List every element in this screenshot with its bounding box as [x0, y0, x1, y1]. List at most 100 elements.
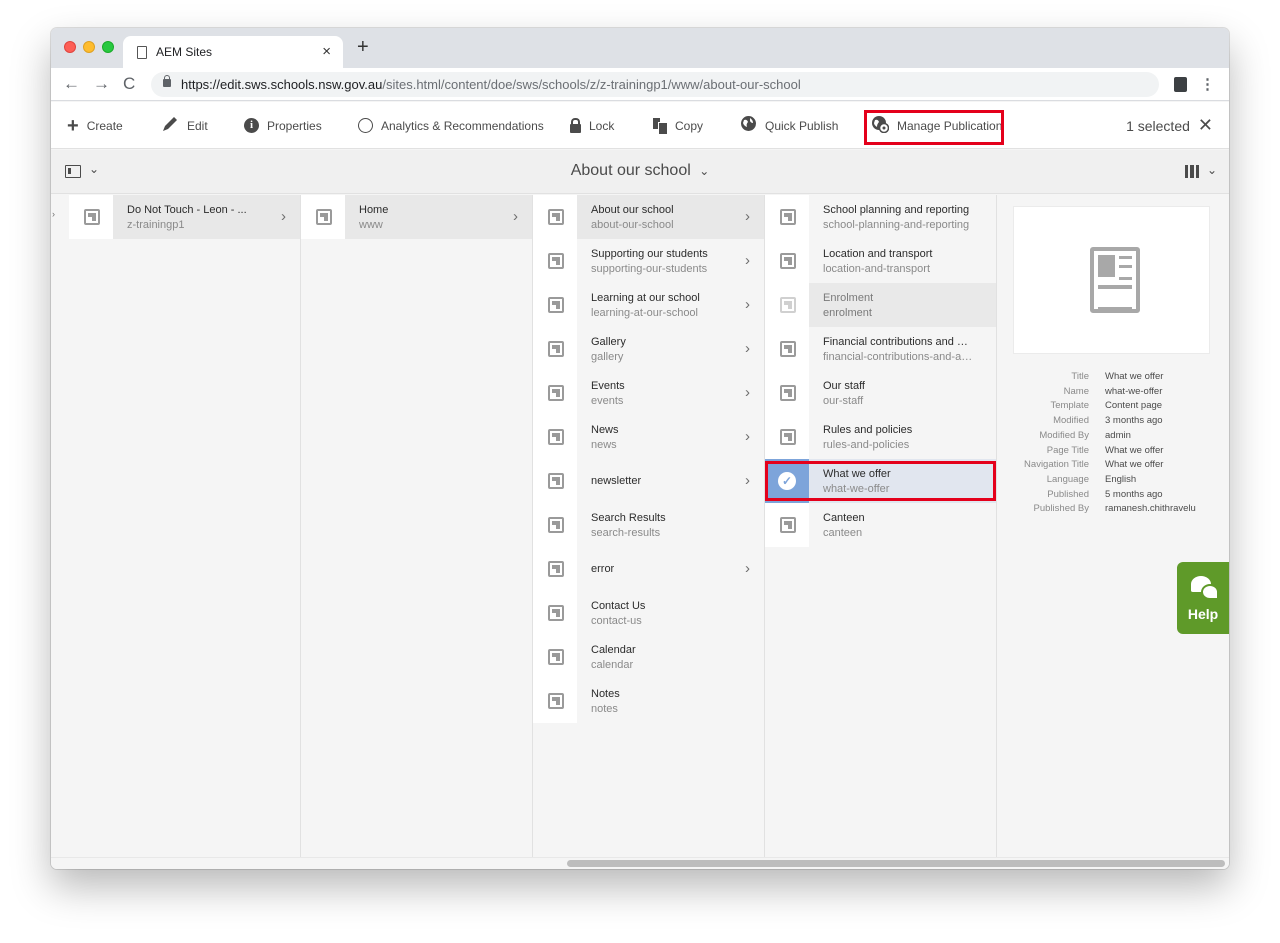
column-item[interactable]: error ›	[533, 547, 764, 591]
close-window-button[interactable]	[64, 41, 76, 53]
chevron-right-icon[interactable]: ›	[745, 340, 750, 357]
page-thumbnail[interactable]	[533, 547, 577, 591]
column-item[interactable]: News news ›	[533, 415, 764, 459]
page-thumbnail[interactable]	[533, 195, 577, 239]
column-item[interactable]: Notes notes	[533, 679, 764, 723]
chevron-right-icon[interactable]: ›	[745, 472, 750, 489]
analytics-button[interactable]: Analytics & Recommendations	[358, 102, 544, 149]
page-thumbnail[interactable]	[765, 195, 809, 239]
page-thumbnail[interactable]	[533, 635, 577, 679]
column-item[interactable]: Canteen canteen	[765, 503, 996, 547]
column-item[interactable]: Contact Us contact-us	[533, 591, 764, 635]
item-name: gallery	[591, 351, 624, 363]
horizontal-scrollbar[interactable]	[51, 857, 1229, 869]
column-item[interactable]: Learning at our school learning-at-our-sc…	[533, 283, 764, 327]
close-selection-icon[interactable]: ✕	[1198, 115, 1213, 136]
metadata-row: Name what-we-offer	[1013, 385, 1223, 400]
item-title: Notes	[591, 688, 620, 700]
chevron-right-icon[interactable]: ›	[513, 208, 518, 225]
page-thumbnail[interactable]	[533, 239, 577, 283]
scrollbar-thumb[interactable]	[567, 860, 1225, 867]
column-item[interactable]: Enrolment enrolment	[765, 283, 996, 327]
page-thumbnail[interactable]	[765, 503, 809, 547]
item-title: Calendar	[591, 644, 636, 656]
column-view-icon[interactable]	[1185, 165, 1199, 178]
chevron-right-icon[interactable]: ›	[745, 296, 750, 313]
page-thumbnail-icon	[1090, 247, 1140, 313]
chevron-right-icon[interactable]: ›	[745, 560, 750, 577]
column-item[interactable]: Search Results search-results	[533, 503, 764, 547]
lock-label: Lock	[589, 118, 615, 133]
forward-arrow-icon[interactable]: →	[93, 74, 110, 94]
page-thumbnail[interactable]	[533, 415, 577, 459]
page-thumbnail[interactable]	[533, 283, 577, 327]
chevron-right-icon[interactable]: ›	[745, 428, 750, 445]
column-item[interactable]: Financial contributions and as... financi…	[765, 327, 996, 371]
column-edge: ›	[51, 195, 69, 857]
column-item[interactable]: Gallery gallery ›	[533, 327, 764, 371]
chevron-right-icon[interactable]: ›	[745, 384, 750, 401]
edit-label: Edit	[187, 118, 208, 133]
page-thumbnail[interactable]	[533, 459, 577, 503]
quick-publish-button[interactable]: Quick Publish	[740, 102, 838, 149]
item-title: Home	[359, 204, 389, 216]
help-button[interactable]: Help	[1177, 562, 1229, 634]
page-thumbnail[interactable]	[765, 415, 809, 459]
edit-button[interactable]: Edit	[161, 102, 208, 149]
page-thumbnail[interactable]	[301, 195, 345, 239]
column-item[interactable]: Do Not Touch - Leon - ... z-trainingp1 ›	[69, 195, 300, 239]
page-thumbnail[interactable]	[69, 195, 113, 239]
copy-button[interactable]: Copy	[653, 102, 703, 149]
metadata-value: What we offer	[1105, 444, 1164, 456]
close-tab-icon[interactable]: ×	[322, 43, 331, 60]
item-title: Financial contributions and as...	[823, 336, 973, 348]
metadata-key: Published By	[1033, 503, 1089, 515]
column-item[interactable]: Our staff our-staff	[765, 371, 996, 415]
column-item[interactable]: Events events ›	[533, 371, 764, 415]
column-item[interactable]: Location and transport location-and-trans…	[765, 239, 996, 283]
new-tab-button[interactable]: +	[357, 37, 369, 57]
item-name: supporting-our-students	[591, 263, 708, 275]
page-thumbnail[interactable]	[533, 327, 577, 371]
column-item[interactable]: Rules and policies rules-and-policies	[765, 415, 996, 459]
address-bar: ← → C https://edit.sws.schools.nsw.gov.a…	[51, 68, 1229, 101]
page-thumbnail[interactable]	[765, 327, 809, 371]
url-field[interactable]: https://edit.sws.schools.nsw.gov.au/site…	[151, 72, 1159, 97]
extension-icon[interactable]	[1174, 77, 1187, 92]
page-title[interactable]: About our school ⌄	[51, 162, 1229, 180]
selection-status: 1 selected ✕	[1126, 102, 1213, 149]
chevron-right-icon[interactable]: ›	[745, 208, 750, 225]
page-thumbnail[interactable]	[533, 679, 577, 723]
page-thumbnail[interactable]	[765, 283, 809, 327]
item-title: Enrolment	[823, 292, 874, 304]
item-name: canteen	[823, 527, 863, 539]
page-thumbnail[interactable]	[533, 371, 577, 415]
page-icon	[548, 385, 564, 401]
back-arrow-icon[interactable]: ←	[63, 74, 80, 94]
page-thumbnail[interactable]	[533, 591, 577, 635]
column-item[interactable]: newsletter ›	[533, 459, 764, 503]
chevron-right-icon[interactable]: ›	[745, 252, 750, 269]
properties-button[interactable]: i Properties	[244, 102, 322, 149]
column-item[interactable]: Home www ›	[301, 195, 532, 239]
page-thumbnail[interactable]	[765, 239, 809, 283]
lock-button[interactable]: Lock	[570, 102, 614, 149]
browser-menu-icon[interactable]: ⋮	[1200, 75, 1215, 93]
item-name: events	[591, 395, 624, 407]
column-item[interactable]: About our school about-our-school ›	[533, 195, 764, 239]
page-thumbnail[interactable]	[765, 371, 809, 415]
minimize-window-button[interactable]	[83, 41, 95, 53]
maximize-window-button[interactable]	[102, 41, 114, 53]
page-icon	[780, 341, 796, 357]
reload-icon[interactable]: C	[123, 74, 135, 94]
create-button[interactable]: + Create	[67, 102, 123, 149]
page-icon	[548, 253, 564, 269]
column-item[interactable]: Supporting our students supporting-our-st…	[533, 239, 764, 283]
browser-tab[interactable]: AEM Sites ×	[123, 36, 343, 68]
chevron-right-icon[interactable]: ›	[281, 208, 286, 225]
item-title: Location and transport	[823, 248, 933, 260]
column-item[interactable]: Calendar calendar	[533, 635, 764, 679]
page-thumbnail[interactable]	[533, 503, 577, 547]
chevron-down-icon[interactable]: ⌄	[1207, 163, 1217, 177]
column-item[interactable]: School planning and reporting school-plan…	[765, 195, 996, 239]
